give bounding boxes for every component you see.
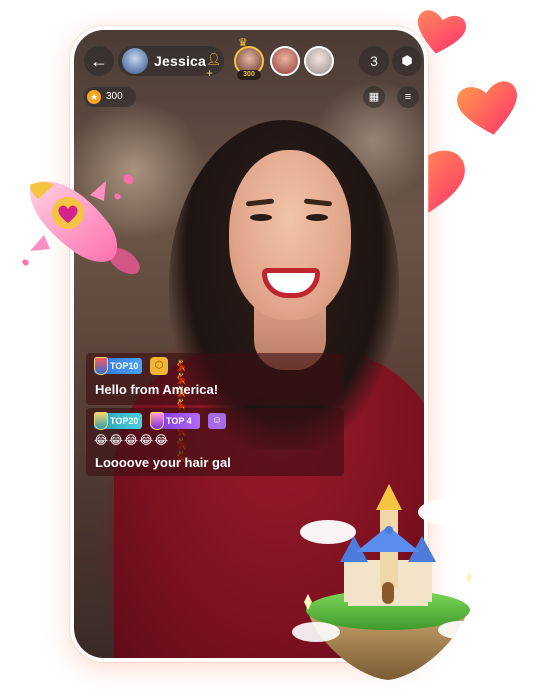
streamer-eye (250, 214, 272, 221)
calendar-button[interactable]: ▦ (363, 86, 385, 108)
rank-badge-label: TOP20 (110, 416, 139, 426)
rank-badge: TOP10 (94, 357, 142, 375)
level-icon: ⬡ (150, 357, 168, 375)
settings-button[interactable]: ⬢ (392, 46, 422, 76)
menu-button[interactable]: ≡ (397, 86, 419, 108)
castle-gift-icon (288, 482, 484, 682)
rank-badge: TOP 4 (150, 412, 200, 430)
host-info[interactable]: Jessica 👤︎+ (118, 46, 224, 80)
emoji-row: 😂😂😂😂😂 (94, 433, 170, 447)
chat-text: Loooove your hair gal (95, 455, 231, 470)
hexagon-settings-icon: ⬢ (401, 53, 413, 68)
user-icon: ☺ (208, 413, 226, 429)
arrow-left-icon: ← (90, 51, 108, 71)
calendar-icon: ▦ (368, 91, 380, 103)
chat-message: TOP10 ⬡ 💃💃💃💃💃💃💃💃 Hello from America! (86, 353, 344, 463)
viewer-avatar[interactable] (304, 46, 334, 76)
shield-icon (94, 357, 108, 375)
rank-badge: TOP20 (94, 412, 142, 430)
host-name: Jessica (154, 53, 207, 69)
back-button[interactable]: ← (84, 46, 114, 76)
chat-text: Hello from America! (95, 382, 219, 397)
rocket-gift-icon (20, 165, 140, 285)
coins-counter[interactable]: ★ 300 (84, 87, 136, 107)
top-viewer-score: 300 (237, 70, 261, 80)
shield-icon (150, 412, 164, 430)
rank-badge-label: TOP 4 (166, 416, 192, 426)
star-coin-icon: ★ (87, 90, 101, 104)
add-friend-icon[interactable]: 👤︎+ (206, 52, 224, 80)
viewer-avatar[interactable] (270, 46, 300, 76)
top-bar: ← Jessica 👤︎+ ♛ 300 3 ⬢ (74, 37, 424, 80)
chat-message: TOP20 TOP 4 ☺ 😂😂😂😂😂 Loooove your hair ga… (86, 408, 344, 476)
heart-icon (454, 78, 524, 140)
rank-badge-label: TOP10 (110, 361, 139, 371)
host-avatar[interactable] (122, 48, 148, 74)
shield-icon (94, 412, 108, 430)
menu-icon: ≡ (404, 91, 412, 103)
coins-value: 300 (106, 91, 123, 102)
viewer-count-button[interactable]: 3 (359, 46, 389, 76)
streamer-eye (306, 214, 328, 221)
